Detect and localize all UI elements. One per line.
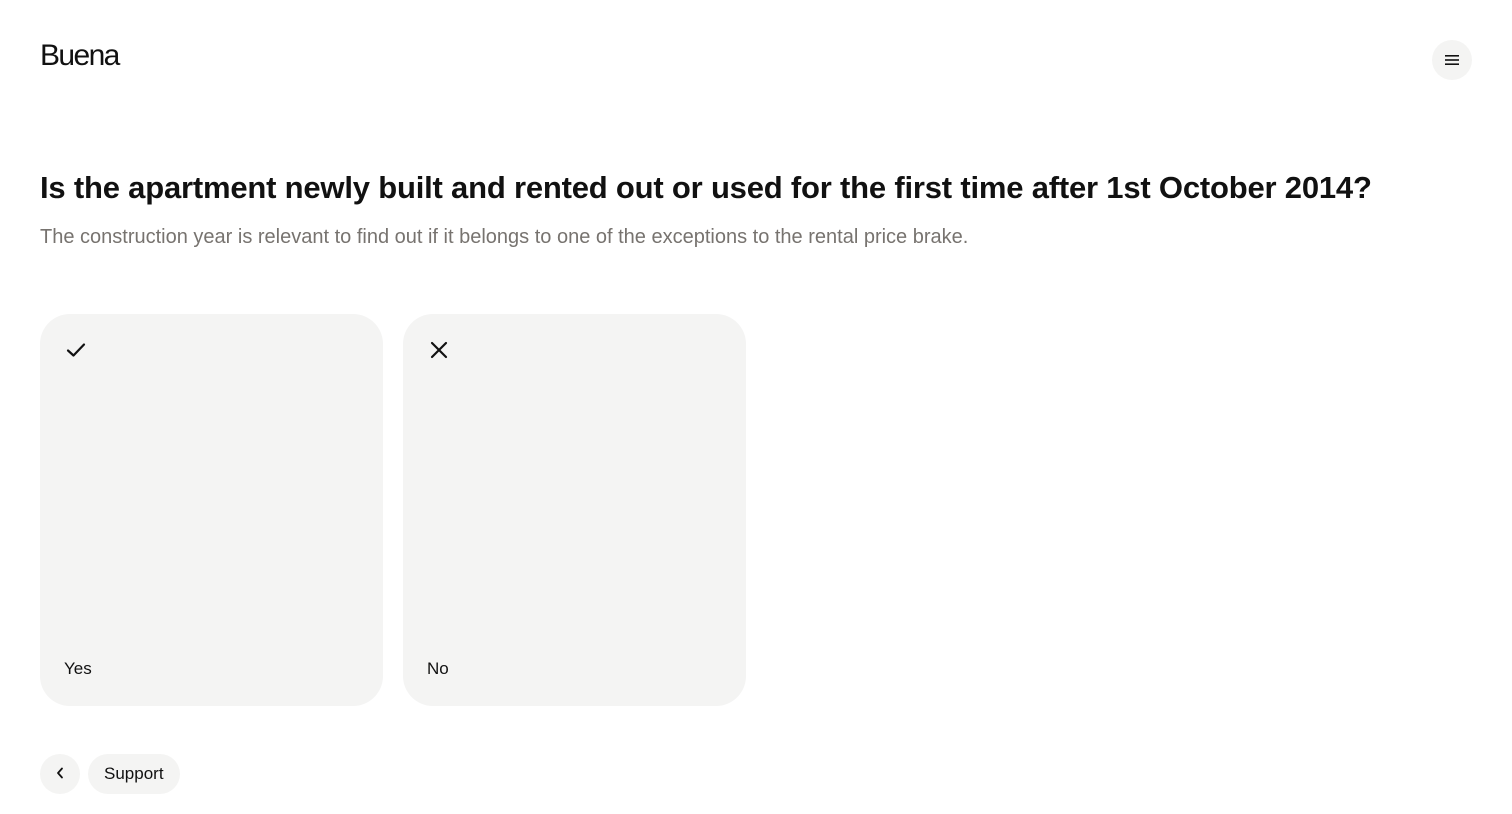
- checkmark-icon: [64, 338, 88, 362]
- close-icon: [427, 338, 451, 362]
- answer-options: Yes No: [40, 314, 746, 706]
- option-yes-label: Yes: [64, 659, 92, 678]
- option-yes-card[interactable]: Yes: [40, 314, 383, 706]
- page: Buena Is the apartment newly built and r…: [0, 0, 1512, 814]
- logo[interactable]: Buena: [40, 38, 120, 74]
- menu-button[interactable]: [1432, 40, 1472, 80]
- question-title: Is the apartment newly built and rented …: [40, 170, 1372, 205]
- chevron-left-icon: [56, 767, 64, 782]
- option-no-label: No: [427, 659, 449, 678]
- question-subtitle: The construction year is relevant to fin…: [40, 226, 969, 248]
- support-button[interactable]: Support: [88, 754, 180, 794]
- footer-actions: Support: [40, 754, 180, 794]
- back-button[interactable]: [40, 754, 80, 794]
- option-no-card[interactable]: No: [403, 314, 746, 706]
- hamburger-menu-icon: [1445, 55, 1459, 65]
